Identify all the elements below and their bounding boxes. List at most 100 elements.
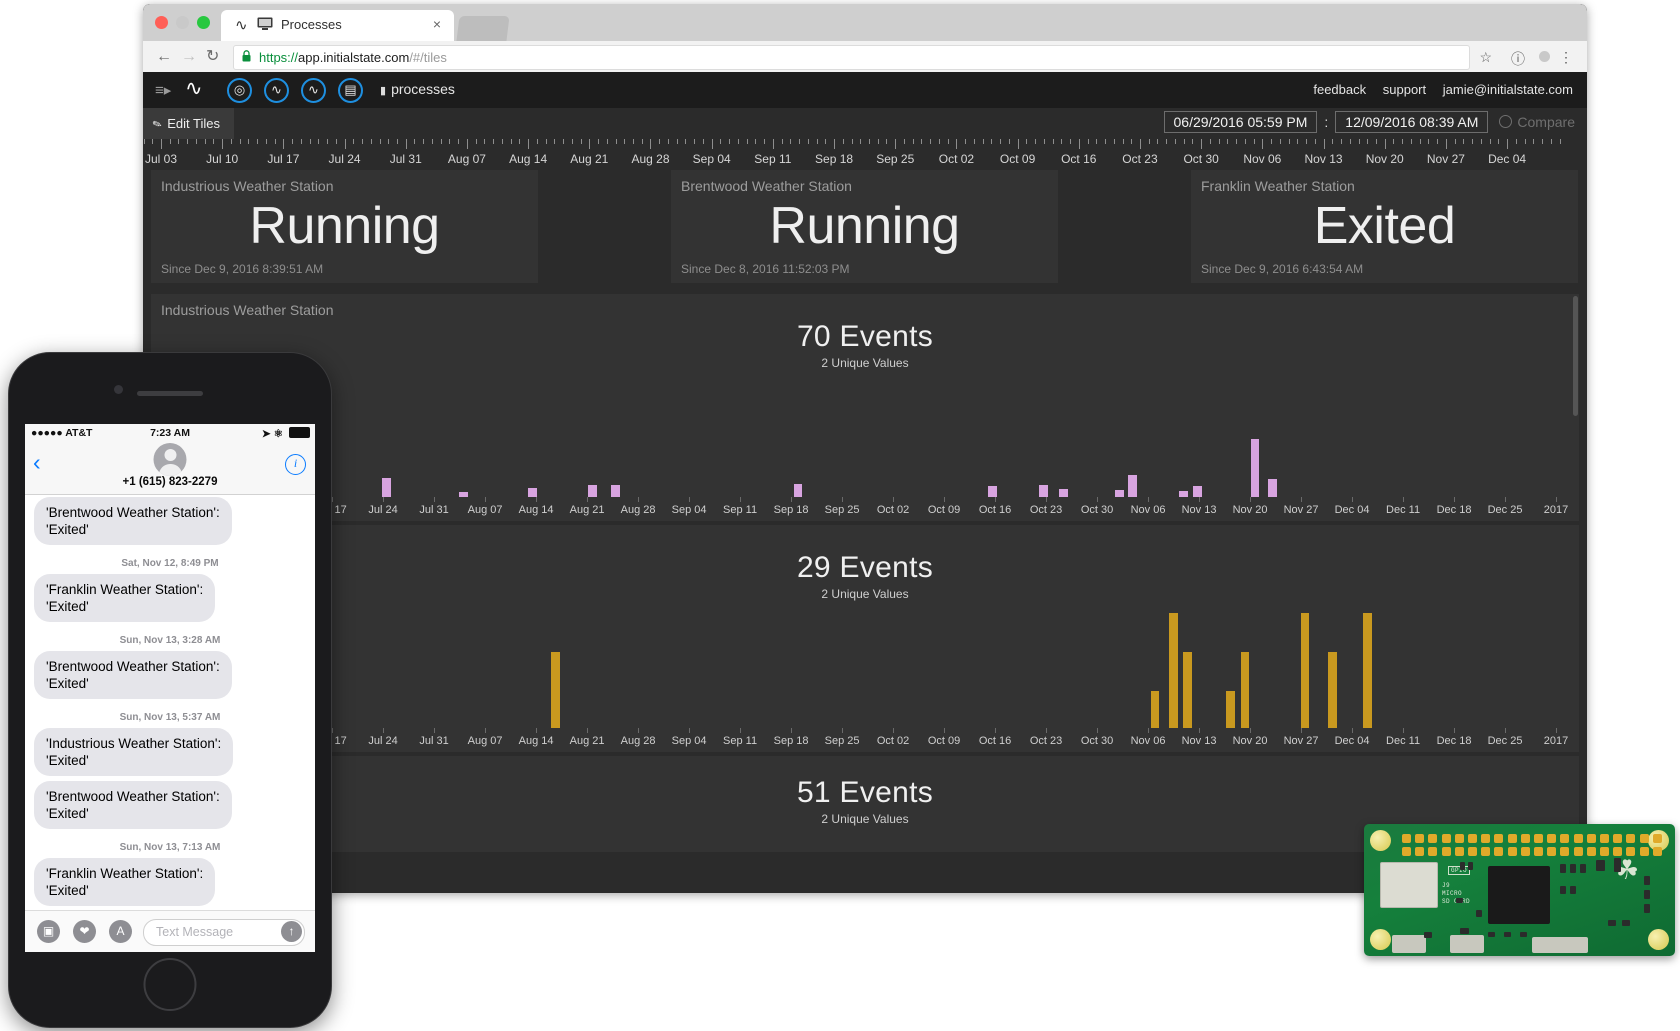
- ruler-tick: [152, 139, 153, 144]
- edit-tiles-button[interactable]: ✎Edit Tiles: [143, 108, 234, 139]
- chart-bar[interactable]: [1151, 691, 1160, 728]
- avatar[interactable]: [154, 443, 187, 476]
- message-thread[interactable]: Fri, Nov 11, 5:31 PM'Brentwood Weather S…: [25, 495, 315, 911]
- nav-tiles-icon[interactable]: ◎: [227, 78, 252, 103]
- chart-bar[interactable]: [794, 484, 803, 497]
- chart-bar[interactable]: [1251, 439, 1260, 498]
- text-message-input[interactable]: Text Message ↑: [143, 919, 305, 946]
- range-start-input[interactable]: 06/29/2016 05:59 PM: [1164, 111, 1318, 133]
- nav-histogram-icon[interactable]: ▤: [338, 78, 363, 103]
- message-bubble[interactable]: 'Franklin Weather Station': 'Exited': [34, 858, 215, 906]
- ruler-tick: [458, 139, 459, 144]
- close-window-button[interactable]: [155, 16, 168, 29]
- address-bar[interactable]: https://app.initialstate.com/#/tiles: [233, 45, 1470, 70]
- smd-component: [1520, 932, 1527, 937]
- gpio-pad: [1613, 834, 1622, 843]
- chart-tile-events-29[interactable]: 29 Events 2 Unique Values Jun 26Jul 03Ju…: [151, 525, 1579, 752]
- message-bubble[interactable]: 'Industrious Weather Station': 'Exited': [34, 728, 233, 776]
- tab-close-icon[interactable]: ×: [433, 16, 441, 32]
- mounting-hole-icon: [1648, 929, 1669, 950]
- chart-bar[interactable]: [588, 485, 597, 497]
- chart-bar[interactable]: [1363, 613, 1372, 728]
- back-chevron-icon[interactable]: ‹: [33, 451, 41, 474]
- initialstate-logo-icon: ∿: [185, 78, 203, 100]
- app-store-icon[interactable]: A: [109, 920, 132, 943]
- axis-label: Dec 04: [1335, 735, 1370, 747]
- chart-bar[interactable]: [1268, 479, 1277, 497]
- ruler-tick: [581, 139, 582, 144]
- chart-bar[interactable]: [1328, 652, 1337, 728]
- nav-waves-icon[interactable]: ∿: [264, 78, 289, 103]
- chart-bar[interactable]: [1183, 652, 1192, 728]
- chart-bar[interactable]: [1169, 613, 1178, 728]
- chart-tile-industrious-weather-station[interactable]: Industrious Weather Station 70 Events 2 …: [151, 294, 1579, 521]
- ruler-tick: [1350, 139, 1351, 144]
- chart-bar[interactable]: [1115, 490, 1124, 497]
- message-bubble[interactable]: 'Brentwood Weather Station': 'Exited': [34, 781, 232, 829]
- chart-bar[interactable]: [1241, 652, 1250, 728]
- axis-tick: [434, 728, 435, 733]
- nav-lines-icon[interactable]: ∿: [301, 78, 326, 103]
- axis-tick: [1148, 728, 1149, 733]
- camera-icon[interactable]: ▣: [37, 920, 60, 943]
- app-header: ≡▸ ∿ ◎ ∿ ∿ ▤ ▮processes feedback support…: [143, 72, 1587, 108]
- chart-bar[interactable]: [611, 485, 620, 497]
- info-icon[interactable]: ⓘ: [1511, 49, 1525, 69]
- battery-icon: [289, 427, 310, 438]
- send-icon[interactable]: ↑: [281, 921, 302, 942]
- usb-power-port: [1392, 935, 1426, 953]
- avatar-icon[interactable]: [1539, 51, 1550, 62]
- ruler-tick: [1088, 139, 1089, 144]
- range-end-input[interactable]: 12/09/2016 08:39 AM: [1335, 111, 1488, 133]
- axis-tick: [536, 497, 537, 502]
- ruler-label: Jul 17: [267, 152, 299, 166]
- back-icon[interactable]: ←: [156, 48, 172, 65]
- axis-label: Aug 21: [570, 504, 605, 516]
- bucket-selector[interactable]: ▮processes: [380, 81, 455, 97]
- ruler-tick: [799, 139, 800, 144]
- browser-tab-processes[interactable]: ∿ Processes ×: [221, 10, 454, 41]
- support-link[interactable]: support: [1383, 82, 1426, 97]
- status-right-icons: ➤ ⚛: [262, 427, 310, 440]
- chart-bar[interactable]: [528, 488, 537, 497]
- tile-industrious-weather-station[interactable]: Industrious Weather Station Running Sinc…: [151, 170, 538, 283]
- chart-bar[interactable]: [1193, 486, 1202, 497]
- chart-bar[interactable]: [1039, 485, 1048, 497]
- menu-hamburger-icon[interactable]: ≡▸: [155, 81, 171, 99]
- chart-bar[interactable]: [1301, 613, 1310, 728]
- info-icon[interactable]: i: [285, 454, 306, 475]
- feedback-link[interactable]: feedback: [1313, 82, 1366, 97]
- tile-franklin-weather-station[interactable]: Franklin Weather Station Exited Since De…: [1191, 170, 1578, 283]
- conversation-header: ‹ +1 (615) 823-2279 i: [25, 441, 315, 495]
- gpio-label: GPIO: [1448, 866, 1470, 875]
- compare-button[interactable]: Compare: [1499, 114, 1575, 130]
- timeline-ruler[interactable]: Jul 03Jul 10Jul 17Jul 24Jul 31Aug 07Aug …: [143, 139, 1587, 170]
- chart-bar[interactable]: [1128, 475, 1137, 497]
- chart-bar[interactable]: [551, 652, 560, 728]
- home-button[interactable]: [144, 958, 197, 1011]
- bookmark-star-icon[interactable]: ☆: [1479, 49, 1492, 66]
- chart-bar[interactable]: [988, 486, 997, 497]
- message-bubble[interactable]: 'Franklin Weather Station': 'Exited': [34, 574, 215, 622]
- axis-tick: [485, 497, 486, 502]
- chart-bar[interactable]: [1059, 489, 1068, 497]
- tile-brentwood-weather-station[interactable]: Brentwood Weather Station Running Since …: [671, 170, 1058, 283]
- reload-icon[interactable]: ↻: [206, 48, 219, 65]
- chart-subtitle: 2 Unique Values: [151, 587, 1579, 601]
- chart-bar[interactable]: [382, 478, 391, 497]
- chart-plot-area: [151, 611, 1579, 728]
- ruler-tick: [1227, 139, 1228, 144]
- minimize-window-button[interactable]: [176, 16, 189, 29]
- message-bubble[interactable]: 'Brentwood Weather Station': 'Exited': [34, 651, 232, 699]
- forward-icon[interactable]: →: [181, 48, 197, 65]
- new-tab-button[interactable]: [456, 16, 509, 41]
- chart-bar[interactable]: [1226, 691, 1235, 728]
- ruler-tick: [1393, 139, 1394, 144]
- chart-scrollbar[interactable]: [1573, 296, 1578, 416]
- gpio-pad: [1415, 834, 1424, 843]
- digital-touch-heart-icon[interactable]: ❤: [73, 920, 96, 943]
- message-bubble[interactable]: 'Brentwood Weather Station': 'Exited': [34, 497, 232, 545]
- maximize-window-button[interactable]: [197, 16, 210, 29]
- browser-menu-icon[interactable]: ⋮: [1559, 49, 1573, 66]
- account-email[interactable]: jamie@initialstate.com: [1443, 82, 1573, 97]
